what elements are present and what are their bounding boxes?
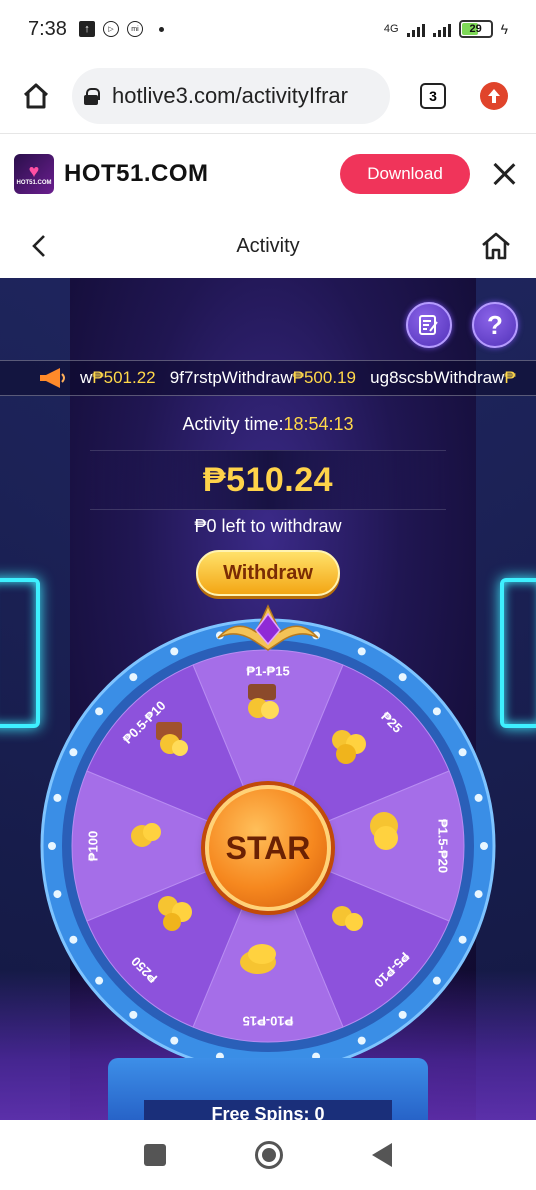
home-icon[interactable]	[20, 80, 52, 112]
coin-stack-icon	[152, 890, 198, 936]
home-icon[interactable]	[480, 230, 512, 262]
wheel-light	[95, 976, 104, 985]
tab-switcher-button[interactable]: 3	[420, 82, 446, 109]
wheel-light	[458, 935, 467, 944]
neon-sign-right	[500, 578, 536, 728]
ticker-amount: ₱500.19	[292, 368, 356, 387]
coin-chest-icon	[240, 678, 286, 724]
megaphone-icon	[40, 368, 65, 388]
coin-stack-icon	[326, 722, 372, 768]
wheel-light	[398, 673, 407, 682]
wheel-light	[129, 1010, 138, 1019]
battery-icon: 29	[458, 20, 493, 38]
wheel-light	[129, 673, 138, 682]
ticker-text: w₱501.22 9f7rstpWithdraw₱500.19 ug8scsbW…	[80, 368, 516, 388]
app-logo: ♥ HOT51.COM	[14, 154, 54, 194]
ticker-user: w	[80, 368, 93, 387]
wheel-light	[398, 1010, 407, 1019]
coin-stack-icon	[236, 936, 282, 982]
app-name: HOT51.COM	[64, 160, 209, 187]
status-right: 4G 29 ϟ	[384, 20, 508, 38]
battery-level: 29	[469, 23, 482, 35]
activity-time-label: Activity time:	[182, 414, 284, 434]
balance-amount: ₱510.24	[202, 460, 334, 499]
wheel-light	[170, 1036, 179, 1045]
play-store-icon: ▷	[102, 21, 119, 37]
spin-start-button[interactable]: STAR	[205, 785, 331, 911]
wheel-segment-label: ₱1.5-₱20	[436, 819, 451, 873]
home-nav-icon[interactable]	[254, 1141, 283, 1169]
url-text: hotlive3.com/activityIfrar	[112, 82, 348, 108]
status-notification-icons: ↑ ▷ mi	[78, 21, 164, 37]
wheel-light	[95, 707, 104, 716]
ticker-amount: ₱501.22	[92, 368, 156, 387]
wheel-light	[69, 748, 78, 757]
prize-wheel: ₱1-₱15 ₱25 ₱1.5-₱20 ₱5-₱10 ₱10-₱15 ₱250 ₱100 ₱0…	[40, 604, 496, 1074]
wheel-light	[53, 793, 62, 802]
left-to-withdraw: ₱0 left to withdraw	[194, 516, 342, 536]
wheel-light	[480, 842, 488, 850]
signal-icon-2	[432, 21, 451, 37]
lock-icon	[84, 87, 100, 105]
wheel-segment-label: ₱1-₱15	[246, 663, 289, 678]
system-nav-bar	[0, 1120, 536, 1190]
wheel-gem-pointer	[217, 604, 319, 651]
withdraw-ticker: w₱501.22 9f7rstpWithdraw₱500.19 ug8scsbW…	[0, 360, 536, 396]
wheel-light	[48, 842, 56, 850]
address-bar[interactable]: hotlive3.com/activityIfrar	[72, 67, 390, 124]
wheel-light	[69, 935, 78, 944]
app-banner: ♥ HOT51.COM HOT51.COM Download	[0, 135, 536, 213]
back-chevron-icon[interactable]	[30, 234, 50, 258]
ticker-user: 9f7rstp	[169, 368, 222, 387]
mi-icon: mi	[126, 21, 143, 37]
wheel-light	[432, 976, 441, 985]
ticker-amount: ₱	[504, 368, 516, 387]
more-notifications-dot	[158, 26, 164, 32]
help-question-icon[interactable]: ?	[472, 302, 518, 348]
coin-stack-icon	[362, 808, 408, 854]
back-nav-icon[interactable]	[371, 1143, 392, 1167]
browser-toolbar: hotlive3.com/activityIfrar 3	[0, 58, 536, 134]
wheel-segment-label: ₱100	[85, 831, 100, 861]
wheel-light	[474, 793, 483, 802]
coin-chest-icon	[150, 714, 196, 760]
page-title: Activity	[236, 234, 300, 257]
ticker-action: Withdraw	[433, 368, 505, 387]
wheel-light	[458, 748, 467, 757]
update-arrow-icon[interactable]	[480, 81, 508, 110]
wheel-light	[357, 647, 366, 656]
lucky-wheel-activity: ? w₱501.22 9f7rstpWithdraw₱500.19 ug8scs…	[0, 278, 536, 1120]
recent-apps-icon[interactable]	[144, 1144, 167, 1166]
page-header: Activity	[0, 214, 536, 278]
close-icon[interactable]	[492, 162, 516, 186]
network-type: 4G	[383, 23, 399, 35]
neon-sign-left	[0, 578, 40, 728]
coin-stack-icon	[122, 812, 168, 858]
ticker-user: ug8scsb	[370, 368, 434, 387]
signal-icon	[406, 21, 425, 37]
free-spins-counter: Free Spins: 0	[144, 1100, 392, 1120]
wheel-light	[432, 707, 441, 716]
wheel-light	[170, 647, 179, 656]
coin-stack-icon	[324, 896, 370, 942]
wheel-segment-label: ₱10-₱15	[243, 1014, 294, 1029]
activity-countdown: 18:54:13	[283, 414, 354, 434]
upload-notification-icon: ↑	[78, 21, 95, 37]
download-button[interactable]: Download	[340, 154, 470, 194]
wheel-light	[53, 890, 62, 899]
activity-time: Activity time:18:54:13	[0, 414, 536, 435]
wheel-light	[474, 890, 483, 899]
edit-record-icon[interactable]	[406, 302, 452, 348]
ticker-action: Withdraw	[221, 368, 293, 387]
app-logo-text: HOT51.COM	[16, 180, 52, 186]
balance-band: ₱510.24	[90, 450, 446, 510]
status-time: 7:38	[28, 17, 67, 40]
status-bar: 7:38 ↑ ▷ mi 4G 29 ϟ	[0, 0, 536, 58]
withdraw-button[interactable]: Withdraw	[196, 550, 340, 596]
charging-icon: ϟ	[500, 21, 508, 37]
wheel-light	[357, 1036, 366, 1045]
